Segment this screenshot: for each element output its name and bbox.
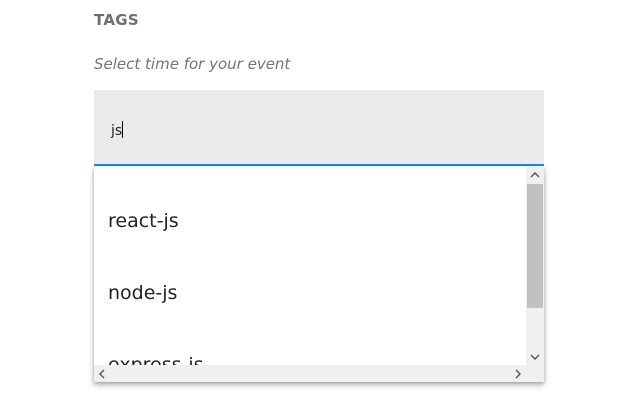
- suggestion-option-express-js[interactable]: express-js: [108, 354, 204, 365]
- hint-text: Select time for your event: [94, 55, 291, 73]
- input-value-wrapper: js: [111, 121, 124, 139]
- suggestion-dropdown: react-js node-js express-js: [94, 167, 544, 382]
- suggestion-option-react-js[interactable]: react-js: [108, 210, 179, 232]
- tag-picker: TAGS Select time for your event js react…: [0, 0, 637, 409]
- input-value: js: [111, 123, 123, 139]
- tag-search-input[interactable]: js: [94, 90, 544, 166]
- scrollbar-corner: [526, 365, 544, 382]
- vertical-scroll-thumb[interactable]: [527, 184, 543, 308]
- horizontal-scrollbar[interactable]: [94, 365, 526, 382]
- vertical-scrollbar[interactable]: [526, 167, 544, 365]
- suggestion-option-node-js[interactable]: node-js: [108, 282, 177, 304]
- tags-label: TAGS: [94, 11, 139, 29]
- scroll-up-arrow-icon[interactable]: [526, 167, 544, 183]
- suggestion-list[interactable]: react-js node-js express-js: [94, 167, 526, 365]
- scroll-down-arrow-icon[interactable]: [526, 349, 544, 365]
- text-caret: [122, 121, 124, 138]
- scroll-right-arrow-icon[interactable]: [510, 365, 526, 382]
- scroll-left-arrow-icon[interactable]: [94, 365, 110, 382]
